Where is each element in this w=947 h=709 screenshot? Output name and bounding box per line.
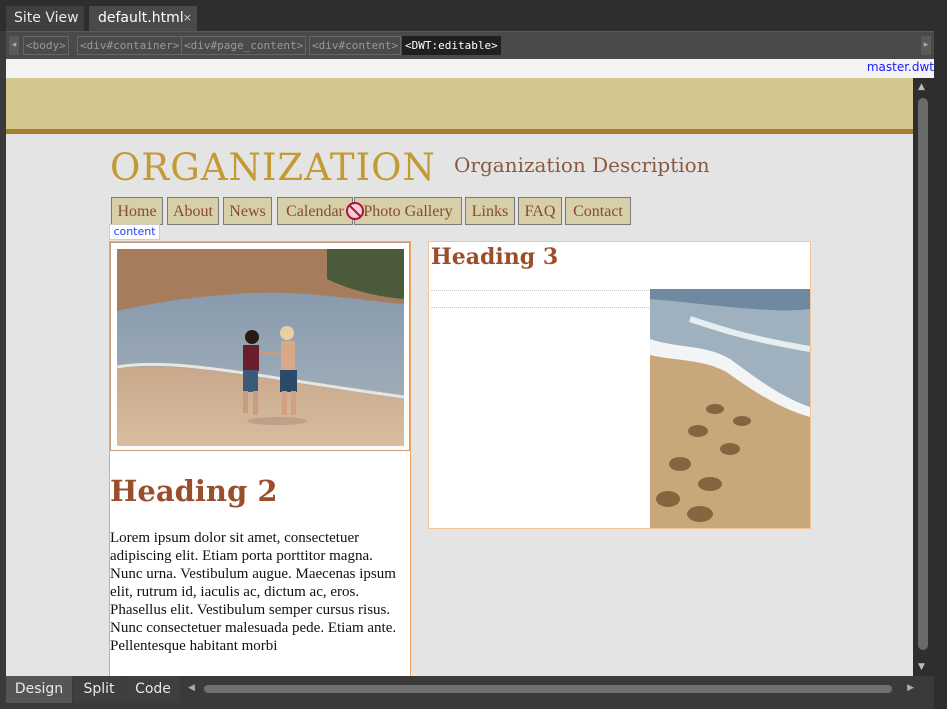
heading-3: Heading 3 bbox=[431, 244, 559, 270]
code-view-button[interactable]: Code bbox=[126, 676, 180, 703]
template-info-bar: master.dwt bbox=[6, 59, 934, 78]
not-allowed-icon bbox=[346, 202, 364, 220]
content-region[interactable]: Heading 2 Lorem ipsum dolor sit amet, co… bbox=[109, 241, 411, 676]
horizontal-scroll-thumb[interactable] bbox=[204, 685, 892, 693]
arrow-left-icon[interactable]: ◀ bbox=[188, 683, 195, 693]
nav-item-contact[interactable]: Contact bbox=[565, 197, 631, 225]
tab-site-view[interactable]: Site View bbox=[6, 6, 84, 31]
template-link[interactable]: master.dwt bbox=[867, 60, 934, 74]
header-band bbox=[6, 78, 913, 129]
header-band-line bbox=[6, 129, 913, 134]
nav-item-links[interactable]: Links bbox=[465, 197, 515, 225]
footprints-beach-photo[interactable] bbox=[650, 289, 810, 528]
breadcrumb-content[interactable]: <div#content> bbox=[309, 36, 402, 55]
tab-site-view-label: Site View bbox=[14, 10, 79, 26]
nav-item-home[interactable]: Home bbox=[111, 197, 163, 225]
split-view-button[interactable]: Split bbox=[73, 676, 125, 703]
arrow-left-icon[interactable]: ◂ bbox=[9, 36, 19, 55]
view-switcher-bar: Design Split Code ◀ ▶ bbox=[6, 676, 934, 703]
org-description: Organization Description bbox=[454, 153, 710, 177]
arrow-right-icon[interactable]: ▸ bbox=[921, 36, 931, 55]
editable-region-label[interactable]: content bbox=[109, 224, 160, 240]
tab-default-html[interactable]: default.html × bbox=[89, 6, 197, 31]
nav-item-calendar[interactable]: Calendar bbox=[277, 197, 353, 225]
document-tab-bar: Site View default.html × bbox=[0, 0, 947, 31]
vertical-scrollbar[interactable]: ▲ ▼ bbox=[913, 78, 934, 676]
arrow-right-icon[interactable]: ▶ bbox=[907, 683, 914, 693]
nav-item-photo-gallery[interactable]: Photo Gallery bbox=[354, 197, 462, 225]
lorem-paragraph: Lorem ipsum dolor sit amet, consectetuer… bbox=[110, 530, 397, 654]
breadcrumb-body[interactable]: <body> bbox=[23, 36, 69, 55]
arrow-up-icon[interactable]: ▲ bbox=[918, 82, 925, 92]
sidebar-region[interactable]: Heading 3 bbox=[428, 241, 811, 529]
design-canvas[interactable]: ORGANIZATION Organization Description Ho… bbox=[6, 78, 913, 676]
tag-selector-bar: ◂ <body> <div#container> <div#page_conte… bbox=[6, 31, 934, 60]
empty-paragraph-placeholder[interactable] bbox=[431, 290, 649, 308]
nav-item-about[interactable]: About bbox=[167, 197, 219, 225]
nav-item-faq[interactable]: FAQ bbox=[518, 197, 562, 225]
nav-item-news[interactable]: News bbox=[223, 197, 272, 225]
window-edge bbox=[934, 31, 947, 709]
design-view-button[interactable]: Design bbox=[6, 676, 72, 703]
children-beach-photo[interactable] bbox=[117, 249, 404, 446]
tab-file-label: default.html bbox=[98, 10, 184, 26]
breadcrumb-page-content[interactable]: <div#page_content> bbox=[181, 36, 307, 55]
close-icon[interactable]: × bbox=[183, 6, 192, 30]
org-title: ORGANIZATION bbox=[110, 146, 436, 189]
breadcrumb-container[interactable]: <div#container> bbox=[77, 36, 183, 55]
heading-2: Heading 2 bbox=[110, 474, 278, 508]
horizontal-scrollbar[interactable]: ◀ ▶ bbox=[186, 676, 914, 703]
breadcrumb-dwt-editable[interactable]: <DWT:editable> bbox=[402, 36, 501, 55]
vertical-scroll-thumb[interactable] bbox=[918, 98, 928, 650]
arrow-down-icon[interactable]: ▼ bbox=[918, 662, 925, 672]
image-frame[interactable] bbox=[110, 242, 410, 451]
